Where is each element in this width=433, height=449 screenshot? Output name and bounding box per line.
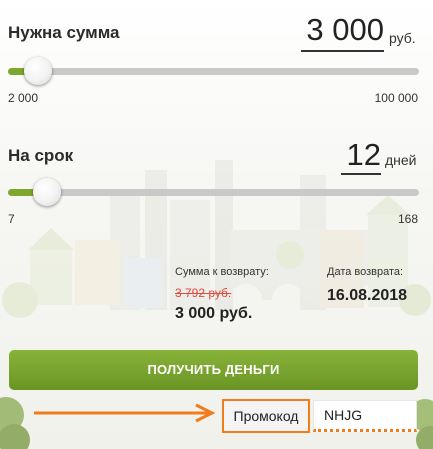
amount-min-label: 2 000 [8,91,39,105]
term-slider-handle[interactable] [32,178,61,206]
term-slider-track[interactable] [8,189,419,196]
term-slider[interactable] [8,178,419,206]
amount-max-label: 100 000 [374,91,418,105]
arrow-right-icon [34,403,216,423]
term-label: На срок [8,146,74,165]
amount-slider-handle[interactable] [24,57,53,85]
amount-value-field[interactable]: 3 000 [301,12,384,52]
amount-value: 3 000 [306,12,384,47]
return-amount-label: Сумма к возврату: [175,266,269,278]
old-return-amount: 3 792 руб. [175,286,232,300]
promo-code-button[interactable]: Промокод [222,399,310,433]
return-date-label: Дата возврата: [327,266,404,278]
term-max-label: 168 [397,212,418,226]
amount-unit: руб. [389,30,416,46]
promo-code-input[interactable] [313,400,417,432]
amount-slider[interactable] [8,57,419,85]
return-amount-value: 3 000 руб. [175,305,253,322]
amount-slider-track[interactable] [8,68,419,75]
return-date-value: 16.08.2018 [327,287,408,304]
term-min-label: 7 [8,212,15,226]
term-value: 12 [346,137,381,172]
term-unit: дней [385,152,417,168]
amount-label: Нужна сумма [8,23,120,42]
term-value-field[interactable]: 12 [341,137,381,175]
get-money-button[interactable]: ПОЛУЧИТЬ ДЕНЬГИ [9,350,418,390]
